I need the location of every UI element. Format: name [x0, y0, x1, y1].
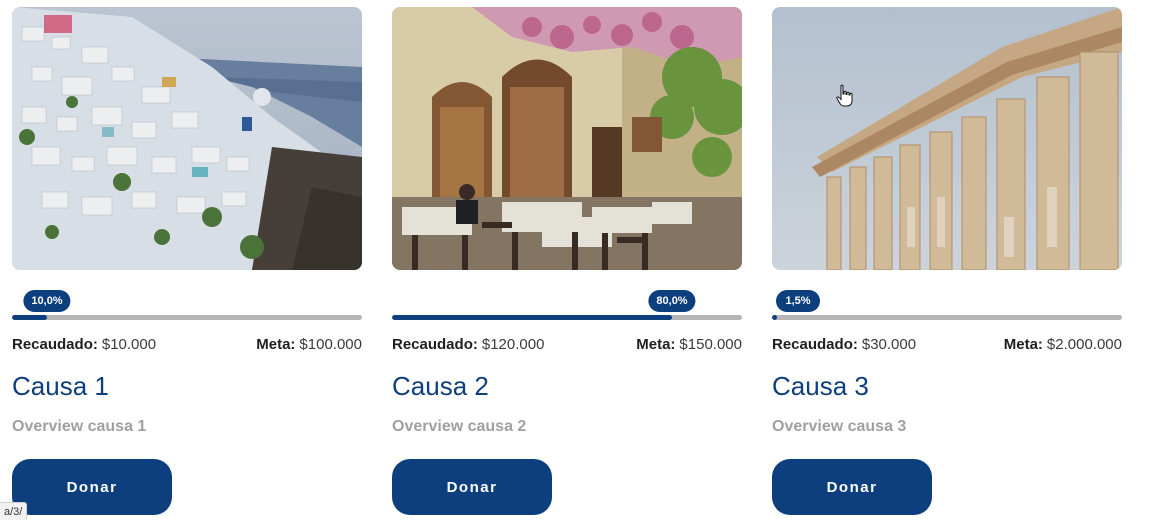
progress-fill [12, 315, 47, 320]
raised-amount: Recaudado: $30.000 [772, 336, 916, 353]
cause-overview-1: Overview causa 1 [12, 418, 147, 435]
cause-amounts-2: Recaudado: $120.000 Meta: $150.000 [392, 334, 742, 354]
cause-overview-3: Overview causa 3 [772, 418, 907, 435]
raised-label: Recaudado: [772, 335, 858, 353]
cause-card-1: 10,0% Recaudado: $10.000 Meta: $100.000 Ca… [12, 7, 362, 517]
cause-card-3: 1,5% Recaudado: $30.000 Meta: $2.000.000 C… [772, 7, 1122, 517]
status-bar-url: a/3/ [0, 502, 28, 520]
greek-taverna-street-photo [392, 7, 742, 270]
causes-section: 10,0% Recaudado: $10.000 Meta: $100.000 Ca… [0, 0, 1165, 520]
cause-title-3[interactable]: Causa 3 [772, 369, 869, 403]
raised-label: Recaudado: [392, 335, 478, 353]
raised-value: $30.000 [861, 335, 917, 353]
raised-value: $10.000 [101, 335, 157, 353]
santorini-village-photo [12, 7, 362, 270]
cause-title-2[interactable]: Causa 2 [392, 369, 489, 403]
raised-amount: Recaudado: $120.000 [392, 336, 544, 353]
progress-bar-2: 80,0% [392, 290, 742, 322]
donate-button-3[interactable]: Donar [772, 459, 932, 515]
progress-percent-badge: 10,0% [23, 290, 71, 312]
progress-track [772, 315, 1122, 320]
goal-value: $150.000 [679, 335, 742, 353]
goal-label: Meta: [636, 335, 676, 353]
goal-label: Meta: [1003, 335, 1043, 353]
progress-fill [772, 315, 778, 320]
cause-image-parthenon[interactable] [772, 7, 1122, 270]
progress-bar-1: 10,0% [12, 290, 362, 322]
cause-amounts-3: Recaudado: $30.000 Meta: $2.000.000 [772, 334, 1122, 354]
donate-button-2[interactable]: Donar [392, 459, 552, 515]
progress-percent-badge: 1,5% [776, 290, 820, 312]
cause-image-santorini[interactable] [12, 7, 362, 270]
progress-fill [392, 315, 672, 320]
raised-value: $120.000 [481, 335, 545, 353]
cause-overview-2: Overview causa 2 [392, 418, 527, 435]
raised-label: Recaudado: [12, 335, 98, 353]
progress-percent-badge: 80,0% [648, 290, 696, 312]
goal-amount: Meta: $100.000 [256, 336, 362, 353]
raised-amount: Recaudado: $10.000 [12, 336, 156, 353]
cause-card-2: 80,0% Recaudado: $120.000 Meta: $150.000 C… [392, 7, 742, 517]
cause-title-1[interactable]: Causa 1 [12, 369, 109, 403]
goal-amount: Meta: $2.000.000 [1004, 336, 1122, 353]
goal-label: Meta: [256, 335, 296, 353]
donate-button-1[interactable]: Donar [12, 459, 172, 515]
parthenon-columns-photo [772, 7, 1122, 270]
progress-track [392, 315, 742, 320]
goal-value: $100.000 [299, 335, 362, 353]
goal-amount: Meta: $150.000 [636, 336, 742, 353]
cause-image-taverna[interactable] [392, 7, 742, 270]
progress-bar-3: 1,5% [772, 290, 1122, 322]
cause-amounts-1: Recaudado: $10.000 Meta: $100.000 [12, 334, 362, 354]
goal-value: $2.000.000 [1046, 335, 1122, 353]
progress-track [12, 315, 362, 320]
